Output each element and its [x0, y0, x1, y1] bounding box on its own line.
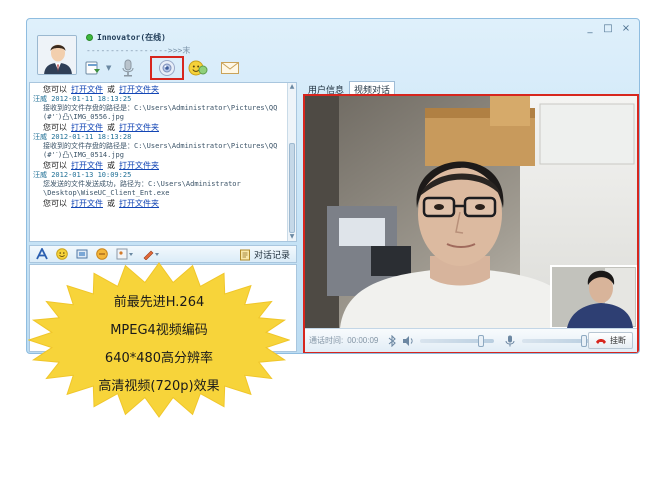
- chevron-down-icon[interactable]: ▼: [106, 64, 111, 72]
- handwriting-button[interactable]: [142, 248, 160, 260]
- file-transfer-icon: [85, 61, 100, 75]
- message-text-line: 您发送的文件发送成功，路径为：C:\Users\Administrator: [43, 180, 241, 188]
- minimize-button[interactable]: _: [583, 23, 597, 35]
- promo-starburst: 前最先进H.264 MPEG4视频编码 640*480高分辨率 高清视频(720…: [28, 262, 290, 418]
- chat-scrollbar[interactable]: ▲ ▼: [287, 83, 296, 241]
- file-transfer-button[interactable]: [83, 59, 103, 77]
- mic-slider[interactable]: [522, 334, 595, 347]
- call-duration-value: 00:00:09: [347, 336, 379, 345]
- action-separator: 或: [107, 123, 115, 132]
- phone-hangup-icon: [596, 338, 606, 344]
- video-call-button[interactable]: [150, 56, 185, 80]
- action-separator: 或: [107, 199, 115, 208]
- video-control-bar: 通话时间: 00:00:09 挂断: [305, 328, 637, 352]
- promo-line-3: 640*480高分辨率: [104, 351, 214, 366]
- mic-slider-knob[interactable]: [581, 334, 588, 347]
- action-prefix: 您可以: [43, 85, 67, 94]
- contact-toolbar: ▼: [83, 56, 252, 80]
- action-separator: 或: [107, 85, 115, 94]
- chat-history-label: 对话记录: [253, 250, 290, 260]
- scroll-thumb[interactable]: [289, 143, 295, 233]
- call-duration-label: 通话时间:: [309, 336, 344, 345]
- message-text-line: (#'ˊ)凸\IMG_0514.jpg: [43, 151, 124, 159]
- microphone-icon: [122, 59, 134, 77]
- action-prefix: 您可以: [43, 123, 67, 132]
- image-icon: [116, 248, 133, 260]
- promo-line-1: 前最先进H.264: [113, 295, 205, 310]
- font-button[interactable]: [36, 248, 48, 260]
- avatar[interactable]: [37, 35, 77, 75]
- open-file-link[interactable]: 打开文件: [71, 123, 103, 132]
- file-action-row: 您可以 打开文件或打开文件夹: [33, 84, 286, 95]
- open-file-link[interactable]: 打开文件: [71, 85, 103, 94]
- pen-icon: [143, 250, 159, 260]
- open-folder-link[interactable]: 打开文件夹: [119, 123, 159, 132]
- open-folder-link[interactable]: 打开文件夹: [119, 199, 159, 208]
- shake-icon: [96, 248, 108, 260]
- volume-slider[interactable]: [420, 334, 495, 347]
- open-file-link[interactable]: 打开文件: [71, 199, 103, 208]
- volume-slider-knob[interactable]: [478, 334, 485, 347]
- screenshot-stage: _ □ × Innovator(在线) ----------------->>>…: [0, 0, 662, 495]
- message-text-line: (#'ˊ)凸\IMG_0556.jpg: [43, 113, 124, 121]
- emoji-button[interactable]: [56, 248, 68, 260]
- scroll-down-arrow-icon[interactable]: ▼: [288, 233, 296, 241]
- starburst-shape: [28, 262, 290, 418]
- maximize-button[interactable]: □: [601, 23, 615, 35]
- format-toolbar: 对话记录: [29, 245, 297, 263]
- history-icon: [239, 249, 250, 260]
- voice-button[interactable]: [118, 59, 138, 77]
- message-text-line: \Desktop\WiseUC_Client_Ent.exe: [43, 189, 170, 197]
- open-folder-link[interactable]: 打开文件夹: [119, 85, 159, 94]
- action-prefix: 您可以: [43, 199, 67, 208]
- action-separator: 或: [107, 161, 115, 170]
- file-action-row: 您可以 打开文件或打开文件夹: [33, 160, 286, 171]
- online-status-icon: [86, 34, 93, 41]
- emoticon-button[interactable]: [188, 59, 208, 77]
- user-name: Innovator(在线): [97, 33, 166, 42]
- mail-icon: [221, 62, 240, 74]
- chat-history-button[interactable]: 对话记录: [239, 248, 290, 261]
- promo-line-2: MPEG4视频编码: [110, 323, 208, 338]
- message-sender-line: 汪威 2012-01-13 10:09:25: [33, 171, 132, 179]
- screenshot-icon: [76, 249, 88, 259]
- window-controls: _ □ ×: [583, 23, 633, 35]
- open-folder-link[interactable]: 打开文件夹: [119, 161, 159, 170]
- close-button[interactable]: ×: [619, 23, 633, 35]
- open-file-link[interactable]: 打开文件: [71, 161, 103, 170]
- bluetooth-settings-icon[interactable]: [386, 334, 398, 347]
- message-sender-line: 汪威 2012-01-11 18:13:28: [33, 133, 132, 141]
- mail-button[interactable]: [220, 59, 240, 77]
- remote-video-feed: [305, 96, 637, 328]
- message-text-line: 接收到的文件存盘的路径是：C:\Users\Administrator\Pict…: [43, 142, 278, 150]
- message-text-line: 接收到的文件存盘的路径是：C:\Users\Administrator\Pict…: [43, 104, 278, 112]
- camera-icon: [159, 60, 176, 76]
- message-sender-line: 汪威 2012-01-11 18:13:25: [33, 95, 132, 103]
- action-prefix: 您可以: [43, 161, 67, 170]
- file-action-row: 您可以 打开文件或打开文件夹: [33, 122, 286, 133]
- scroll-up-arrow-icon[interactable]: ▲: [288, 83, 296, 91]
- file-action-row: 您可以 打开文件或打开文件夹: [33, 198, 286, 209]
- screenshot-button[interactable]: [76, 248, 88, 260]
- font-icon: [36, 248, 48, 260]
- video-panel: 通话时间: 00:00:09 挂断: [303, 94, 639, 353]
- chat-messages: 您可以 打开文件或打开文件夹 汪威 2012-01-11 18:13:25 接收到的文…: [30, 83, 296, 209]
- shake-button[interactable]: [96, 248, 108, 260]
- promo-line-4: 高清视频(720p)效果: [98, 379, 220, 394]
- hang-up-button[interactable]: 挂断: [588, 332, 633, 349]
- smiley-icon: [56, 248, 68, 260]
- microphone-icon[interactable]: [504, 335, 516, 347]
- send-image-button[interactable]: [116, 248, 134, 260]
- hang-up-label: 挂断: [610, 336, 626, 345]
- emoticon-icon: [188, 60, 208, 76]
- speaker-icon[interactable]: [402, 335, 414, 347]
- chat-history[interactable]: 您可以 打开文件或打开文件夹 汪威 2012-01-11 18:13:25 接收到的文…: [29, 82, 297, 242]
- avatar-person-icon: [38, 36, 76, 74]
- user-signature[interactable]: ----------------->>>末: [86, 45, 190, 56]
